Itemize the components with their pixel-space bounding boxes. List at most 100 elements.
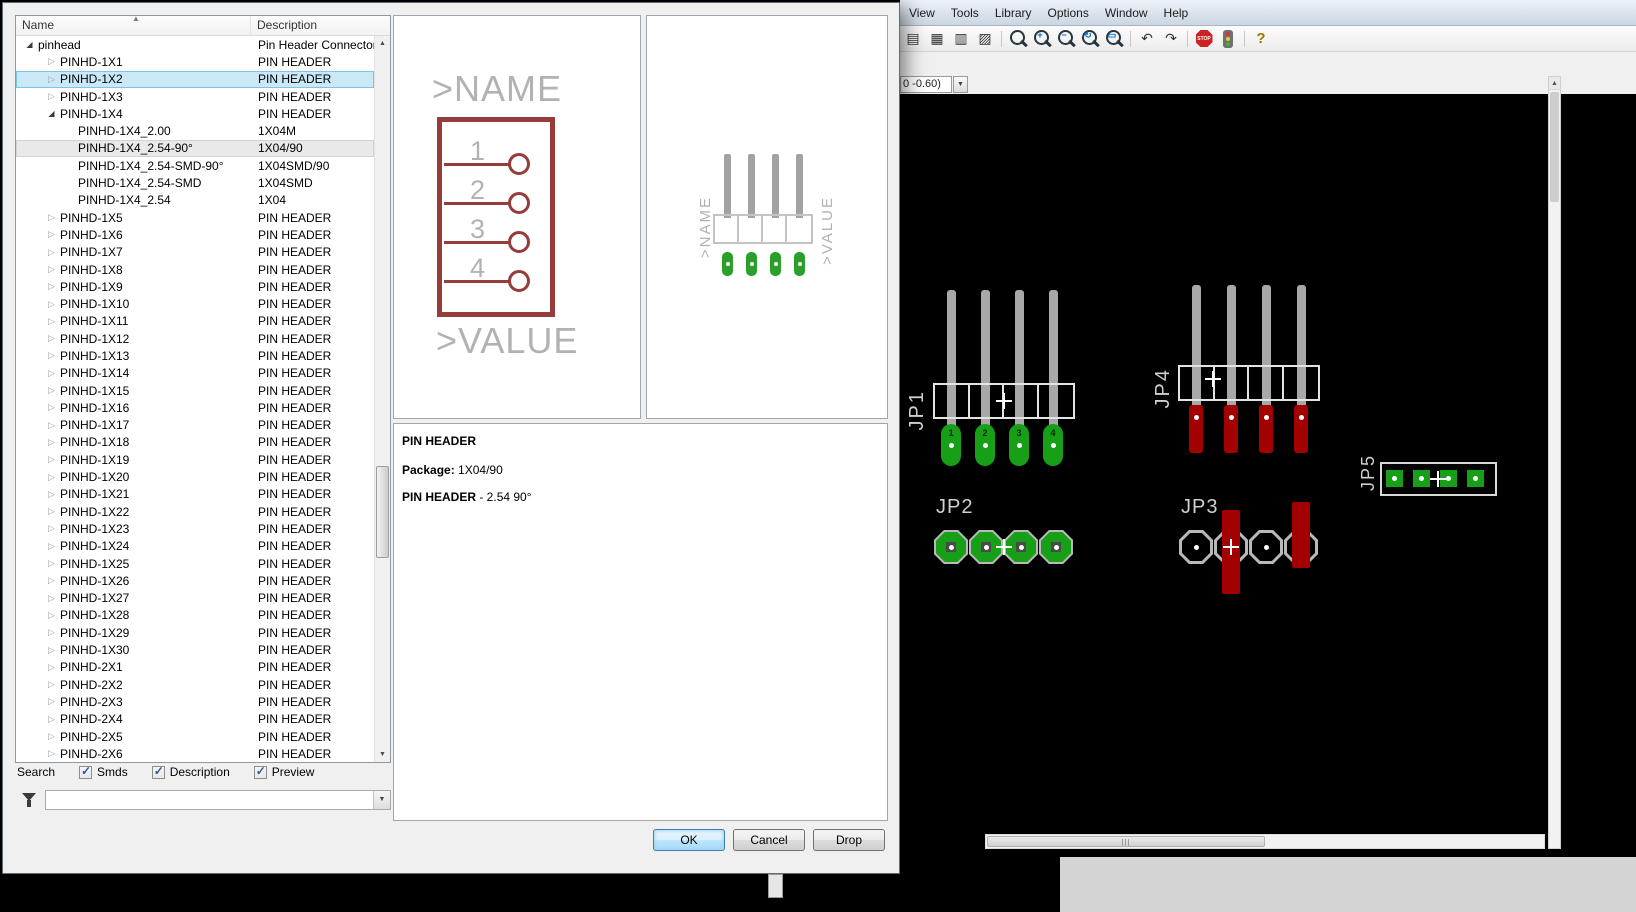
- scroll-up-icon[interactable]: ▲: [1549, 77, 1560, 90]
- tree-expander-icon[interactable]: [46, 486, 57, 503]
- tree-expander-icon[interactable]: [46, 607, 57, 624]
- tree-expander-icon[interactable]: [46, 503, 57, 520]
- tree-expander-icon[interactable]: [46, 399, 57, 416]
- tree-row[interactable]: PINHD-1X10 PIN HEADER: [16, 295, 374, 312]
- tree-expander-icon[interactable]: [46, 296, 57, 313]
- tree-row[interactable]: PINHD-1X16 PIN HEADER: [16, 399, 374, 416]
- tree-row[interactable]: PINHD-1X13 PIN HEADER: [16, 347, 374, 364]
- tree-expander-icon[interactable]: [46, 676, 57, 693]
- search-input[interactable]: [46, 791, 373, 809]
- traffic-light-icon[interactable]: [1217, 28, 1239, 50]
- tree-row[interactable]: PINHD-1X24 PIN HEADER: [16, 538, 374, 555]
- drop-button[interactable]: Drop: [813, 829, 885, 851]
- checkbox[interactable]: Preview: [253, 764, 314, 779]
- zoom-redraw-icon[interactable]: ↻: [1079, 28, 1101, 50]
- tree-expander-icon[interactable]: [46, 711, 57, 728]
- tree-expander-icon[interactable]: [46, 347, 57, 364]
- scroll-down-icon[interactable]: ▼: [375, 747, 390, 762]
- ok-button[interactable]: OK: [653, 829, 725, 851]
- table-icon[interactable]: ▨: [974, 28, 996, 50]
- tree-expander-icon[interactable]: [46, 278, 57, 295]
- board-canvas[interactable]: JP1 1234 JP4 JP5 JP2 JP3: [900, 94, 1636, 834]
- tree-row[interactable]: PINHD-1X5 PIN HEADER: [16, 209, 374, 226]
- tree-expander-icon[interactable]: [46, 261, 57, 278]
- tree-row[interactable]: PINHD-1X1 PIN HEADER: [16, 53, 374, 70]
- scrollbar-thumb[interactable]: [987, 836, 1265, 847]
- tree-expander-icon[interactable]: [46, 590, 57, 607]
- column-header-description[interactable]: Description: [251, 16, 390, 35]
- help-icon[interactable]: ?: [1250, 28, 1272, 50]
- zoom-out-icon[interactable]: −: [1055, 28, 1077, 50]
- tree-expander-icon[interactable]: [46, 745, 57, 762]
- search-combobox[interactable]: ▼: [45, 790, 391, 810]
- tree-row[interactable]: PINHD-1X9 PIN HEADER: [16, 278, 374, 295]
- tree-row[interactable]: PINHD-1X30 PIN HEADER: [16, 641, 374, 658]
- tree-expander-icon[interactable]: [46, 417, 57, 434]
- stop-icon[interactable]: STOP: [1193, 28, 1215, 50]
- tree-row[interactable]: PINHD-1X23 PIN HEADER: [16, 520, 374, 537]
- tree-expander-icon[interactable]: [46, 105, 57, 122]
- tree-expander-icon[interactable]: [24, 36, 35, 53]
- tree-row[interactable]: PINHD-2X5 PIN HEADER: [16, 728, 374, 745]
- tree-expander-icon[interactable]: [46, 71, 57, 88]
- tree-row[interactable]: PINHD-1X21 PIN HEADER: [16, 486, 374, 503]
- tree-row[interactable]: PINHD-1X26 PIN HEADER: [16, 572, 374, 589]
- tree-row[interactable]: PINHD-1X20 PIN HEADER: [16, 468, 374, 485]
- tree-row[interactable]: PINHD-2X6 PIN HEADER: [16, 745, 374, 762]
- tree-row[interactable]: PINHD-2X1 PIN HEADER: [16, 659, 374, 676]
- tree-expander-icon[interactable]: [46, 313, 57, 330]
- sheet-icon[interactable]: ▤: [902, 28, 924, 50]
- tree-row[interactable]: PINHD-1X2 PIN HEADER: [16, 70, 374, 88]
- tree-row[interactable]: PINHD-2X2 PIN HEADER: [16, 676, 374, 693]
- tree-row[interactable]: PINHD-1X4_2.54-SMD-90° 1X04SMD/90: [16, 157, 374, 174]
- tree-expander-icon[interactable]: [46, 53, 57, 70]
- coord-dropdown[interactable]: ▼: [953, 76, 968, 93]
- menu-library[interactable]: Library: [988, 3, 1039, 23]
- tree-expander-icon[interactable]: [46, 244, 57, 261]
- tree-row[interactable]: PINHD-1X15 PIN HEADER: [16, 382, 374, 399]
- grid-icon[interactable]: ▥: [950, 28, 972, 50]
- cancel-button[interactable]: Cancel: [733, 829, 805, 851]
- checkbox-box[interactable]: [79, 764, 93, 779]
- tree-row[interactable]: PINHD-1X6 PIN HEADER: [16, 226, 374, 243]
- cam-icon[interactable]: ▦: [926, 28, 948, 50]
- column-header-name[interactable]: Name ▲: [16, 14, 251, 35]
- tree-row[interactable]: PINHD-1X22 PIN HEADER: [16, 503, 374, 520]
- menu-help[interactable]: Help: [1157, 3, 1196, 23]
- tree-row[interactable]: PINHD-1X12 PIN HEADER: [16, 330, 374, 347]
- tree-row[interactable]: PINHD-1X4_2.54-90° 1X04/90: [16, 139, 374, 158]
- tree-expander-icon[interactable]: [46, 382, 57, 399]
- tree-row[interactable]: PINHD-1X25 PIN HEADER: [16, 555, 374, 572]
- toolbar-separator[interactable]: [1001, 30, 1002, 47]
- tree-row[interactable]: PINHD-1X7 PIN HEADER: [16, 244, 374, 261]
- zoom-in-icon[interactable]: +: [1031, 28, 1053, 50]
- toolbar-separator[interactable]: [1130, 30, 1131, 47]
- tree-expander-icon[interactable]: [46, 659, 57, 676]
- tree-scrollbar[interactable]: ▲ ▼: [374, 36, 390, 762]
- tree-expander-icon[interactable]: [46, 693, 57, 710]
- checkbox-box[interactable]: [151, 764, 165, 779]
- tree-expander-icon[interactable]: [46, 728, 57, 745]
- checkbox-box[interactable]: [253, 764, 267, 779]
- menu-tools[interactable]: Tools: [944, 3, 986, 23]
- tree-expander-icon[interactable]: [46, 572, 57, 589]
- menu-options[interactable]: Options: [1041, 3, 1096, 23]
- tree-row[interactable]: PINHD-1X19 PIN HEADER: [16, 451, 374, 468]
- tree-expander-icon[interactable]: [46, 555, 57, 572]
- tree-expander-icon[interactable]: [46, 226, 57, 243]
- scrollbar-thumb[interactable]: [376, 466, 389, 558]
- toolbar-separator[interactable]: [1244, 30, 1245, 47]
- undo-icon[interactable]: ↶: [1136, 28, 1158, 50]
- tree-row[interactable]: PINHD-1X4_2.00 1X04M: [16, 122, 374, 139]
- tree-row[interactable]: PINHD-1X11 PIN HEADER: [16, 313, 374, 330]
- horizontal-scrollbar[interactable]: [985, 834, 1545, 849]
- zoom-select-icon[interactable]: ▭: [1103, 28, 1125, 50]
- tree-expander-icon[interactable]: [46, 434, 57, 451]
- checkbox[interactable]: Smds: [79, 764, 128, 779]
- zoom-fit-icon[interactable]: [1007, 28, 1029, 50]
- combo-dropdown-icon[interactable]: ▼: [373, 791, 390, 809]
- menu-view[interactable]: View: [902, 3, 942, 23]
- menu-window[interactable]: Window: [1098, 3, 1155, 23]
- scroll-up-icon[interactable]: ▲: [375, 36, 390, 51]
- tree-row[interactable]: PINHD-1X28 PIN HEADER: [16, 607, 374, 624]
